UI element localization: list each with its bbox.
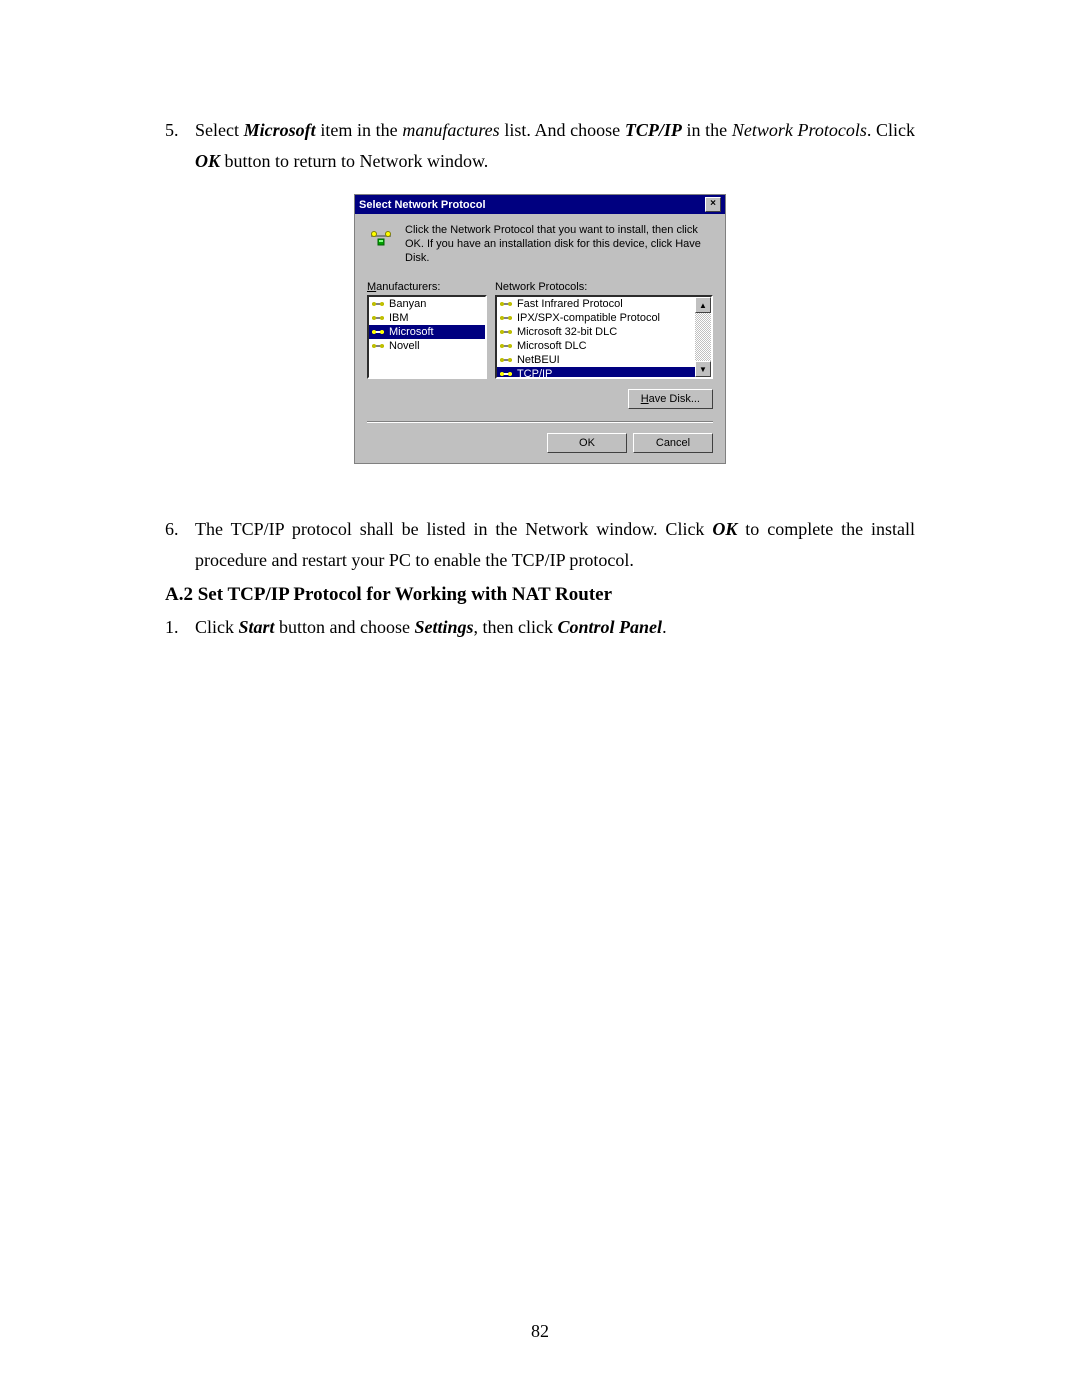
protocol-icon bbox=[371, 340, 385, 352]
step-6: 6. The TCP/IP protocol shall be listed i… bbox=[165, 514, 915, 575]
text-bolditalic: Microsoft bbox=[244, 120, 316, 140]
dialog-button-row: OK Cancel bbox=[367, 433, 713, 453]
protocol-item-label: Fast Infrared Protocol bbox=[517, 298, 623, 310]
protocol-item[interactable]: Fast Infrared Protocol bbox=[497, 297, 695, 311]
protocol-icon bbox=[499, 326, 513, 338]
up-arrow-icon: ▲ bbox=[699, 301, 707, 310]
step-1-number: 1. bbox=[165, 612, 195, 643]
manufacturer-item[interactable]: Novell bbox=[369, 339, 485, 353]
step-1: 1. Click Start button and choose Setting… bbox=[165, 612, 915, 643]
step-6-text: The TCP/IP protocol shall be listed in t… bbox=[195, 514, 915, 575]
page-number: 82 bbox=[0, 1321, 1080, 1342]
manufacturer-item[interactable]: IBM bbox=[369, 311, 485, 325]
scroll-down-button[interactable]: ▼ bbox=[695, 361, 711, 377]
manufacturer-item-label: Microsoft bbox=[389, 326, 434, 338]
protocol-item[interactable]: TCP/IP bbox=[497, 367, 695, 379]
manufacturer-item-label: IBM bbox=[389, 312, 409, 324]
protocol-item-label: Microsoft DLC bbox=[517, 340, 587, 352]
dialog-titlebar: Select Network Protocol × bbox=[355, 195, 725, 214]
text: list. And choose bbox=[500, 120, 625, 140]
text: item in the bbox=[316, 120, 403, 140]
manufacturer-item[interactable]: Microsoft bbox=[369, 325, 485, 339]
manufacturer-item-label: Novell bbox=[389, 340, 420, 352]
dialog-lists: Manufacturers: BanyanIBMMicrosoftNovell … bbox=[367, 281, 713, 379]
protocol-item[interactable]: Microsoft 32-bit DLC bbox=[497, 325, 695, 339]
text: , then click bbox=[474, 617, 558, 637]
text: . Click bbox=[867, 120, 915, 140]
protocol-item[interactable]: NetBEUI bbox=[497, 353, 695, 367]
protocol-item[interactable]: IPX/SPX-compatible Protocol bbox=[497, 311, 695, 325]
protocol-item-label: Microsoft 32-bit DLC bbox=[517, 326, 617, 338]
protocols-label: Network Protocols: bbox=[495, 281, 713, 293]
step-5: 5. Select Microsoft item in the manufact… bbox=[165, 115, 915, 176]
protocols-list-inner: Fast Infrared Protocol IPX/SPX-compatible… bbox=[497, 297, 695, 379]
protocol-icon bbox=[499, 368, 513, 379]
scroll-up-button[interactable]: ▲ bbox=[695, 297, 711, 313]
step-5-number: 5. bbox=[165, 115, 195, 176]
protocol-icon bbox=[499, 312, 513, 324]
close-button[interactable]: × bbox=[705, 197, 721, 212]
step-5-text: Select Microsoft item in the manufacture… bbox=[195, 115, 915, 176]
text-italic: manufactures bbox=[402, 120, 499, 140]
text-bolditalic: OK bbox=[195, 151, 220, 171]
manufacturers-listbox[interactable]: Banyan IBM Microsoft Novell bbox=[367, 295, 487, 379]
have-disk-button[interactable]: Have Disk... bbox=[628, 389, 713, 409]
protocol-item-label: IPX/SPX-compatible Protocol bbox=[517, 312, 660, 324]
scrollbar[interactable]: ▲ ▼ bbox=[695, 297, 711, 377]
dialog-header: Click the Network Protocol that you want… bbox=[367, 224, 713, 275]
protocol-icon bbox=[499, 354, 513, 366]
protocol-icon bbox=[499, 298, 513, 310]
text: button to return to Network window. bbox=[220, 151, 488, 171]
protocol-icon bbox=[371, 312, 385, 324]
dialog-title: Select Network Protocol bbox=[359, 199, 486, 211]
text: The TCP/IP protocol shall be listed in t… bbox=[195, 519, 712, 539]
protocol-item-label: TCP/IP bbox=[517, 368, 552, 379]
ok-button[interactable]: OK bbox=[547, 433, 627, 453]
protocol-item-label: NetBEUI bbox=[517, 354, 560, 366]
have-disk-row: Have Disk... bbox=[367, 389, 713, 409]
manufacturers-label: Manufacturers: bbox=[367, 281, 487, 293]
section-heading-a2: A.2 Set TCP/IP Protocol for Working with… bbox=[165, 584, 915, 606]
text: Click bbox=[195, 617, 239, 637]
step-1-text: Click Start button and choose Settings, … bbox=[195, 612, 915, 643]
protocol-icon bbox=[499, 340, 513, 352]
text: Select bbox=[195, 120, 244, 140]
down-arrow-icon: ▼ bbox=[699, 365, 707, 374]
step-6-number: 6. bbox=[165, 514, 195, 575]
manufacturer-item-label: Banyan bbox=[389, 298, 426, 310]
text-bolditalic: OK bbox=[712, 519, 737, 539]
text: button and choose bbox=[275, 617, 415, 637]
scroll-track[interactable] bbox=[695, 313, 711, 361]
text: . bbox=[662, 617, 667, 637]
close-icon: × bbox=[710, 198, 716, 209]
cancel-button[interactable]: Cancel bbox=[633, 433, 713, 453]
text-italic: Network Protocols bbox=[732, 120, 867, 140]
dialog-instruction: Click the Network Protocol that you want… bbox=[405, 224, 713, 265]
protocol-item[interactable]: Microsoft DLC bbox=[497, 339, 695, 353]
text-bolditalic: Control Panel bbox=[558, 617, 663, 637]
dialog-separator bbox=[367, 421, 713, 423]
protocols-column: Network Protocols: Fast Infrared Protoco… bbox=[495, 281, 713, 379]
text-bolditalic: Settings bbox=[415, 617, 474, 637]
network-icon bbox=[367, 224, 395, 252]
protocols-listbox[interactable]: Fast Infrared Protocol IPX/SPX-compatible… bbox=[495, 295, 713, 379]
dialog-body: Click the Network Protocol that you want… bbox=[355, 214, 725, 463]
protocol-icon bbox=[371, 298, 385, 310]
protocol-icon bbox=[371, 326, 385, 338]
text-bolditalic: TCP/IP bbox=[625, 120, 682, 140]
text: in the bbox=[682, 120, 732, 140]
dialog-select-network-protocol: Select Network Protocol × Click the bbox=[354, 194, 726, 464]
text-bolditalic: Start bbox=[239, 617, 275, 637]
manufacturer-item[interactable]: Banyan bbox=[369, 297, 485, 311]
manufacturers-column: Manufacturers: Banyan IBM Microsoft Novell bbox=[367, 281, 487, 379]
